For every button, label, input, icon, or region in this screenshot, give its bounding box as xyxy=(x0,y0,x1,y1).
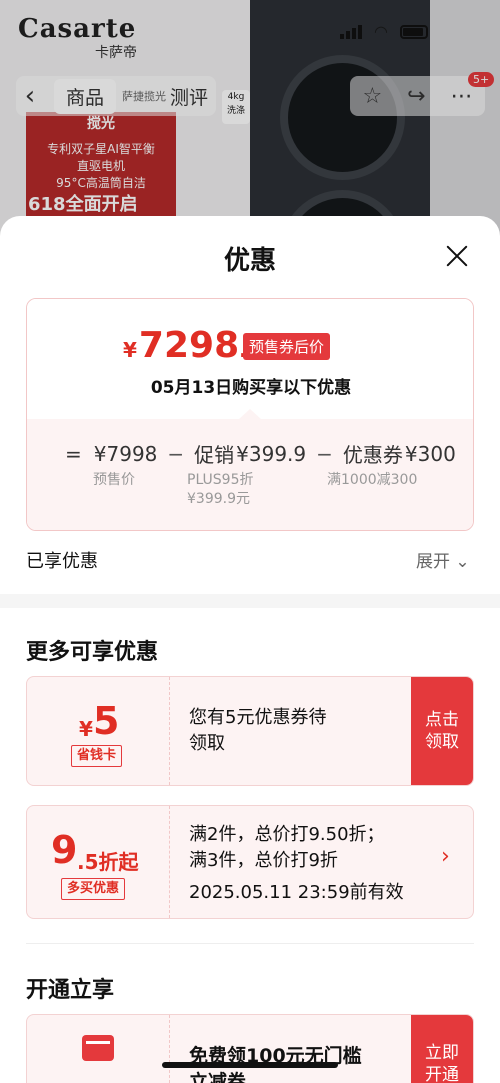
multibuy-value-area: 9 .5折起 多买优惠 xyxy=(27,806,170,918)
multibuy-line1: 满2件，总价打9.50折； xyxy=(189,824,385,845)
membership-icon-area xyxy=(27,1015,170,1083)
open-membership-title: 开通立享 xyxy=(26,978,115,1003)
coupon-card-membership[interactable]: 免费领100元无门槛 立减券 立即开通 xyxy=(26,1014,474,1083)
product-page-background: Casarte 卡萨帝 搅光 专利双子星AI智平衡 直驱电机 95°C高温筒自洁… xyxy=(0,0,500,240)
expand-button[interactable]: 展开 ⌄ xyxy=(416,547,470,572)
coupon-amount: 5 xyxy=(93,699,120,743)
pointer-arrow xyxy=(239,409,261,419)
promo-sub-line1: PLUS95折 xyxy=(187,472,254,488)
formula-row: = ¥7998 − 促销 ¥399.9 − 优惠券 ¥300 xyxy=(65,439,456,468)
home-indicator[interactable] xyxy=(162,1062,338,1068)
presale-price-tag: 预售券后价 xyxy=(243,333,331,360)
multibuy-discount-big: 9 xyxy=(51,828,78,872)
promo-sub-line2: ¥399.9元 xyxy=(187,491,250,507)
multibuy-discount-small: .5折起 xyxy=(77,850,139,874)
discount-sheet: 优惠 ¥ 7298 .1 预售券后价 05月13日购买享以下优惠 = ¥7998… xyxy=(0,216,500,1083)
price-summary: ¥ 7298 .1 预售券后价 05月13日购买享以下优惠 xyxy=(27,299,473,419)
chevron-right-icon[interactable]: › xyxy=(441,844,450,869)
overlay-dim[interactable] xyxy=(0,0,500,240)
coupon-currency: ¥ xyxy=(79,717,93,741)
coupon-label: 优惠券 xyxy=(342,443,403,467)
coupon-desc-line1: 您有5元优惠券待 xyxy=(189,707,327,728)
claim-coupon-button[interactable]: 点击领取 xyxy=(411,677,473,785)
coupon-description: 您有5元优惠券待 领取 xyxy=(189,705,326,757)
purchase-date-note: 05月13日购买享以下优惠 xyxy=(150,378,352,398)
sheet-title: 优惠 xyxy=(223,246,276,276)
equals-sign: = xyxy=(65,441,82,466)
multibuy-tag: 多买优惠 xyxy=(61,878,126,900)
promo-value: ¥399.9 xyxy=(236,441,307,466)
price-integer: 7298 xyxy=(138,325,240,366)
enjoyed-discounts-label: 已享优惠 xyxy=(26,551,98,572)
presale-price: ¥7998 xyxy=(93,441,158,466)
minus-sign: − xyxy=(167,441,185,466)
coupon-sub: 满1000减300 xyxy=(327,472,418,488)
presale-sub: 预售价 xyxy=(93,472,135,488)
multibuy-description: 满2件，总价打9.50折； 满3件，总价打9折 2025.05.11 23:59… xyxy=(189,822,404,906)
card-icon xyxy=(82,1035,114,1061)
membership-line2: 立减券 xyxy=(189,1071,247,1083)
coupon-value-area: ¥ 5 省钱卡 xyxy=(27,677,170,785)
close-icon[interactable] xyxy=(440,240,474,274)
section-divider xyxy=(0,594,500,608)
promo-label: 促销 xyxy=(194,443,235,467)
coupon-value: ¥300 xyxy=(404,441,456,466)
divider xyxy=(26,943,474,944)
multibuy-validity: 2025.05.11 23:59前有效 xyxy=(189,882,404,903)
price-breakdown-card: ¥ 7298 .1 预售券后价 05月13日购买享以下优惠 = ¥7998 − … xyxy=(26,298,474,531)
price-currency: ¥ xyxy=(123,338,137,362)
coupon-card-multibuy[interactable]: 9 .5折起 多买优惠 满2件，总价打9.50折； 满3件，总价打9折 2025… xyxy=(26,805,474,919)
minus-sign: − xyxy=(316,441,333,466)
more-discounts-title: 更多可享优惠 xyxy=(26,640,159,665)
open-now-button[interactable]: 立即开通 xyxy=(411,1015,473,1083)
coupon-desc-line2: 领取 xyxy=(189,733,225,754)
final-price: ¥ 7298 .1 xyxy=(123,325,261,366)
multibuy-line2: 满3件，总价打9折 xyxy=(189,850,338,871)
coupon-card-savings[interactable]: ¥ 5 省钱卡 您有5元优惠券待 领取 点击领取 xyxy=(26,676,474,786)
price-formula: = ¥7998 − 促销 ¥399.9 − 优惠券 ¥300 预售价 PLUS9… xyxy=(27,409,473,530)
savings-card-tag: 省钱卡 xyxy=(71,745,123,767)
